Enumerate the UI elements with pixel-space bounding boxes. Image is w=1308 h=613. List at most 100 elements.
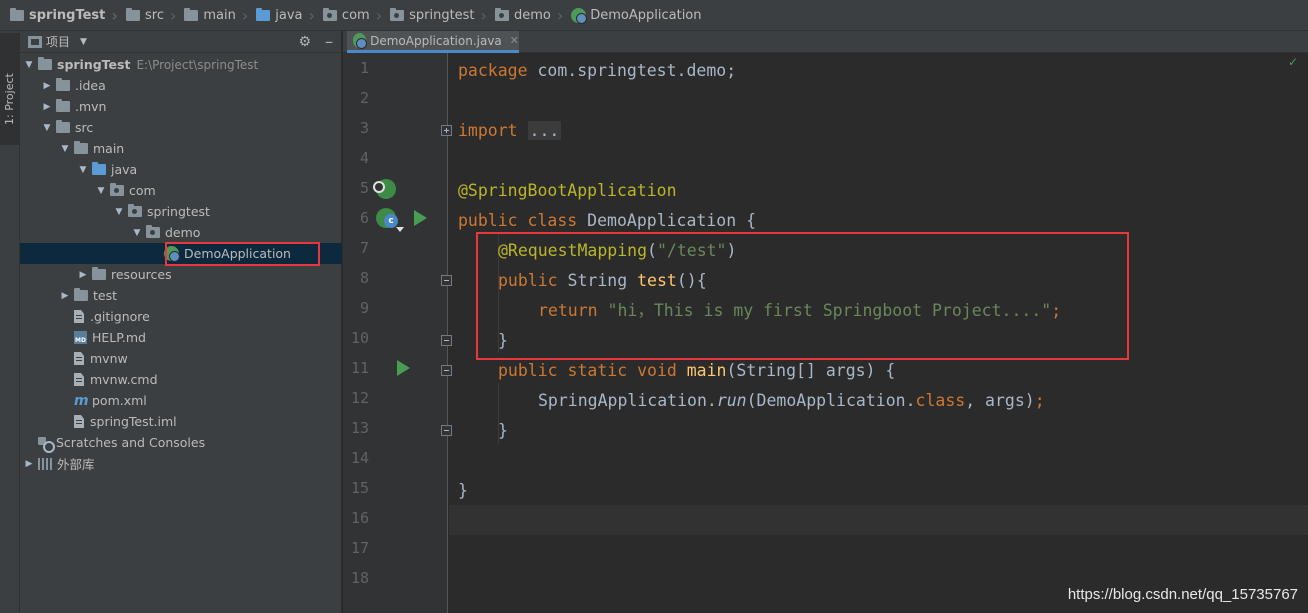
run-class-icon[interactable] xyxy=(414,210,427,226)
tree-node[interactable]: ▼ com xyxy=(20,180,342,201)
editor-gutter: c 1 2 3 4 5 6 7 8 9 10 11 12 13 14 15 16 17 18 xyxy=(343,53,452,613)
line-number: 7 xyxy=(359,239,369,257)
line-number: 9 xyxy=(359,299,369,317)
breadcrumb-item[interactable]: java › xyxy=(252,0,319,31)
minimize-icon[interactable]: – xyxy=(325,33,333,49)
chevron-down-icon[interactable]: ▼ xyxy=(80,37,87,47)
code-line-15: } xyxy=(498,421,508,440)
editor-tab-bar: DemoApplication.java ✕ xyxy=(343,31,1308,53)
project-folder-icon xyxy=(10,7,24,21)
tree-node[interactable]: ▶mpom.xml xyxy=(20,390,342,411)
tree-node[interactable]: ▶Scratches and Consoles xyxy=(20,432,342,453)
breadcrumb-item[interactable]: springtest › xyxy=(386,0,491,31)
chevron-right-icon: › xyxy=(241,5,249,25)
chevron-right-icon[interactable]: ▶ xyxy=(40,102,54,112)
folder-icon xyxy=(56,99,70,112)
tree-node[interactable]: ▶.gitignore xyxy=(20,306,342,327)
code-editor[interactable]: c 1 2 3 4 5 6 7 8 9 10 11 12 13 14 15 16 17 18 package co… xyxy=(343,53,1308,613)
tree-node[interactable]: ▶mvnw.cmd xyxy=(20,369,342,390)
chevron-right-icon[interactable]: ▶ xyxy=(58,291,72,301)
fold-collapse-icon[interactable] xyxy=(441,425,452,436)
folder-icon xyxy=(184,7,199,21)
tree-node[interactable]: ▶ test xyxy=(20,285,342,306)
fold-collapse-icon[interactable] xyxy=(441,275,452,286)
line-number: 5 xyxy=(359,179,369,197)
tree-node[interactable]: ▼ java xyxy=(20,159,342,180)
tree-node[interactable]: ▶MDHELP.md xyxy=(20,327,342,348)
fold-collapse-icon[interactable] xyxy=(441,335,452,346)
tree-node[interactable]: ▼ main xyxy=(20,138,342,159)
breadcrumb-item[interactable]: springTest › xyxy=(6,0,122,31)
line-number: 13 xyxy=(350,419,369,437)
breadcrumb-item[interactable]: src › xyxy=(122,0,180,31)
tree-node[interactable]: ▶ resources xyxy=(20,264,342,285)
tree-node-label: java xyxy=(111,162,138,177)
file-icon xyxy=(74,415,84,428)
tree-node[interactable]: ▼ springtest xyxy=(20,201,342,222)
tree-node[interactable]: ▶ 外部库 xyxy=(20,453,342,474)
chevron-down-icon[interactable]: ▼ xyxy=(130,228,144,238)
chevron-right-icon: › xyxy=(308,5,315,25)
breadcrumb-item[interactable]: com › xyxy=(319,0,386,31)
tree-node-label: 外部库 xyxy=(57,457,95,472)
line-number: 11 xyxy=(350,359,369,377)
chevron-down-icon[interactable]: ▼ xyxy=(76,165,90,175)
tree-node[interactable]: ▶ .mvn xyxy=(20,96,342,117)
tree-node[interactable]: ▶mvnw xyxy=(20,348,342,369)
breadcrumb-item[interactable]: main › xyxy=(180,0,252,31)
fold-expand-icon[interactable] xyxy=(441,125,452,136)
tree-node-label: mvnw.cmd xyxy=(90,372,158,387)
tab-demoapplication[interactable]: DemoApplication.java ✕ xyxy=(347,31,519,53)
chevron-down-icon[interactable]: ▼ xyxy=(112,207,126,217)
tree-node[interactable]: ▶ .idea xyxy=(20,75,342,96)
maven-icon: m xyxy=(74,392,89,409)
chevron-down-icon[interactable]: ▼ xyxy=(22,60,36,70)
project-tool-button[interactable]: 1: Project xyxy=(0,33,20,145)
spring-class-icon xyxy=(571,7,588,24)
tree-node-label: HELP.md xyxy=(92,330,146,345)
line-number: 4 xyxy=(359,149,369,167)
line-number: 12 xyxy=(350,389,369,407)
line-number: 3 xyxy=(359,119,369,137)
tree-node-label: springTest.iml xyxy=(90,414,177,429)
bean-navigation-icon[interactable] xyxy=(373,179,396,199)
source-folder-icon xyxy=(92,162,106,175)
project-folder-icon xyxy=(38,57,52,70)
folded-imports[interactable]: ... xyxy=(527,121,562,140)
fold-collapse-icon[interactable] xyxy=(441,365,452,376)
chevron-right-icon[interactable]: ▶ xyxy=(22,459,36,469)
tree-node[interactable]: ▼ springTest E:\Project\springTest xyxy=(20,54,342,75)
code-line-7: @SpringBootApplication xyxy=(458,181,677,200)
tree-node-label: resources xyxy=(111,267,172,282)
chevron-down-icon[interactable]: ▼ xyxy=(58,144,72,154)
line-number: 10 xyxy=(350,329,369,347)
chevron-down-icon[interactable] xyxy=(396,227,404,232)
breadcrumb-item[interactable]: demo › xyxy=(491,0,567,31)
breadcrumb-label: DemoApplication xyxy=(590,7,702,23)
chevron-down-icon[interactable]: ▼ xyxy=(94,186,108,196)
highlight-box xyxy=(165,242,320,266)
spring-config-icon[interactable]: c xyxy=(376,208,398,228)
tree-node[interactable]: ▼ src xyxy=(20,117,342,138)
project-view-selector[interactable]: 项目 xyxy=(46,33,70,50)
gear-icon[interactable]: ⚙ xyxy=(298,34,311,50)
code-line-14: SpringApplication.run(DemoApplication.cl… xyxy=(538,391,1045,410)
breadcrumb-label: springtest xyxy=(409,7,475,23)
project-tool-label: 1: Project xyxy=(3,73,16,125)
chevron-down-icon[interactable]: ▼ xyxy=(40,123,54,133)
run-main-icon[interactable] xyxy=(397,360,410,376)
inspection-ok-icon[interactable]: ✓ xyxy=(1288,55,1298,69)
breadcrumb-item[interactable]: DemoApplication xyxy=(567,0,705,31)
code-line-17: } xyxy=(458,481,468,500)
chevron-right-icon[interactable]: ▶ xyxy=(76,270,90,280)
code-line-1: package com.springtest.demo; xyxy=(458,61,737,80)
file-icon xyxy=(74,373,84,386)
tree-node[interactable]: ▶springTest.iml xyxy=(20,411,342,432)
tree-node[interactable]: ▼ demo xyxy=(20,222,342,243)
line-number: 18 xyxy=(350,569,369,587)
tree-node-label: .gitignore xyxy=(90,309,150,324)
tab-label: DemoApplication.java xyxy=(370,33,502,48)
tool-window-strip: 1: Project ites xyxy=(0,31,20,613)
chevron-right-icon[interactable]: ▶ xyxy=(40,81,54,91)
close-icon[interactable]: ✕ xyxy=(510,34,519,47)
